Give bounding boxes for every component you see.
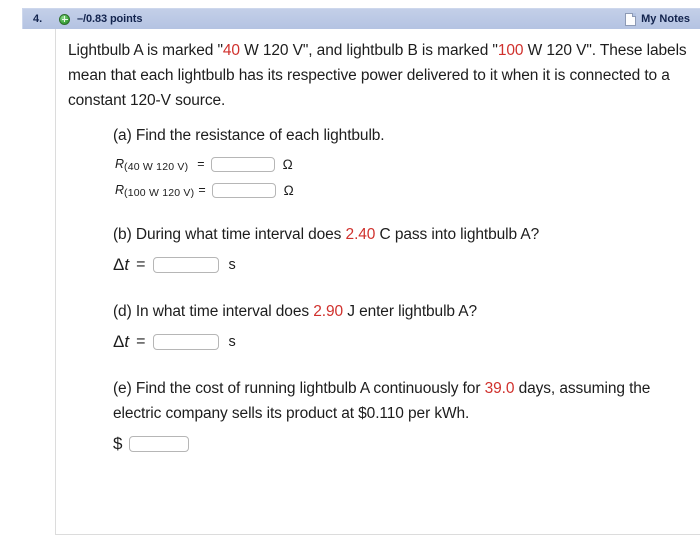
- resistance-input-1[interactable]: [210, 156, 275, 172]
- delta-t-symbol-b: Δt: [113, 255, 130, 274]
- part-e: (e) Find the cost of running lightbulb A…: [68, 376, 694, 426]
- note-page-icon: [625, 12, 637, 26]
- part-b-segment-2: C pass into lightbulb A?: [375, 226, 540, 243]
- resistance-symbol-1: R: [115, 157, 125, 171]
- delta-t-input-d[interactable]: [153, 334, 220, 350]
- problem-statement: Lightbulb A is marked "40 W 120 V", and …: [68, 38, 694, 113]
- question-number: 4.: [33, 13, 43, 25]
- cost-input[interactable]: [129, 436, 190, 452]
- resistance-input-2[interactable]: [211, 182, 276, 198]
- my-notes-label: My Notes: [641, 13, 690, 25]
- resistance-subscript-1: (40 W 120 V): [124, 161, 189, 173]
- unit-seconds-d: s: [228, 334, 236, 350]
- equals-sign-2: =: [198, 183, 206, 197]
- part-e-label: (e) Find the cost of running lightbulb A…: [113, 380, 650, 422]
- stem-segment-1: Lightbulb A is marked ": [68, 42, 223, 59]
- my-notes-button[interactable]: My Notes: [625, 12, 694, 26]
- points-label: –/0.83 points: [77, 13, 143, 25]
- question-content-panel: Lightbulb A is marked "40 W 120 V", and …: [55, 29, 700, 535]
- plus-circle-icon[interactable]: [59, 13, 70, 25]
- part-b: (b) During what time interval does 2.40 …: [68, 222, 694, 247]
- answer-row-b: Δt = s: [68, 253, 694, 277]
- stem-value-1: 40: [222, 42, 240, 59]
- part-e-segment-1: (e) Find the cost of running lightbulb A…: [113, 380, 485, 397]
- part-b-value: 2.40: [345, 226, 376, 243]
- question-header-bar: 4. –/0.83 points My Notes: [22, 8, 700, 29]
- part-e-value: 39.0: [484, 380, 515, 397]
- part-b-label: (b) During what time interval does 2.40 …: [113, 226, 539, 243]
- dollar-sign: $: [113, 434, 123, 453]
- resistance-subscript-2: (100 W 120 V): [124, 187, 195, 199]
- part-d: (d) In what time interval does 2.90 J en…: [68, 299, 694, 324]
- unit-seconds-b: s: [228, 257, 236, 273]
- part-d-segment-1: (d) In what time interval does: [113, 303, 314, 320]
- resistance-row-1: R (40 W 120 V) = Ω: [68, 154, 694, 174]
- resistance-label-1: R (40 W 120 V): [115, 157, 189, 173]
- part-a-label: (a) Find the resistance of each lightbul…: [113, 127, 385, 144]
- stem-value-2: 100: [497, 42, 524, 59]
- part-d-segment-2: J enter lightbulb A?: [343, 303, 478, 320]
- unit-ohm-2: Ω: [283, 182, 294, 198]
- part-d-value: 2.90: [313, 303, 343, 320]
- resistance-symbol-2: R: [115, 183, 125, 197]
- answer-row-d: Δt = s: [68, 330, 694, 354]
- equals-sign-1: =: [197, 157, 205, 171]
- stem-segment-2: W 120 V", and lightbulb B is marked ": [239, 42, 498, 59]
- answer-row-e: $: [68, 432, 694, 456]
- resistance-row-2: R (100 W 120 V) = Ω: [68, 180, 694, 200]
- part-a: (a) Find the resistance of each lightbul…: [68, 123, 694, 148]
- unit-ohm-1: Ω: [282, 156, 293, 172]
- delta-t-symbol-d: Δt: [113, 332, 130, 351]
- part-b-segment-1: (b) During what time interval does: [113, 226, 346, 243]
- equals-sign-d: =: [136, 333, 146, 350]
- resistance-label-2: R (100 W 120 V): [115, 183, 195, 199]
- equals-sign-b: =: [136, 256, 146, 273]
- part-d-label: (d) In what time interval does 2.90 J en…: [113, 303, 477, 320]
- delta-t-input-b[interactable]: [153, 257, 220, 273]
